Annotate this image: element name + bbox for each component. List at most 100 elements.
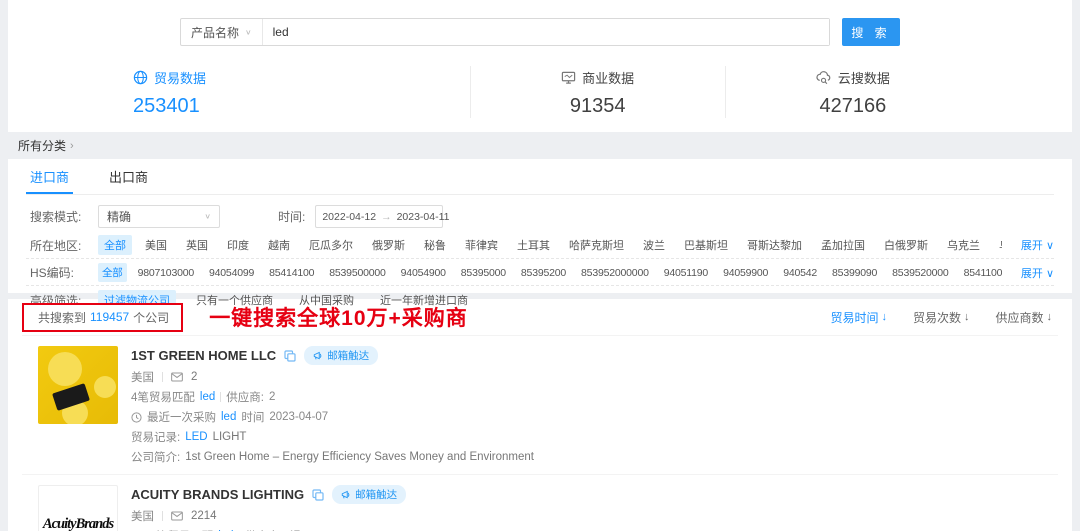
divider	[162, 372, 163, 382]
hs-code-chip[interactable]: 853952000000	[577, 265, 653, 281]
search-button[interactable]: 搜 索	[842, 18, 900, 46]
trade-record-text: LIGHT	[213, 431, 247, 443]
date-range-picker[interactable]: 2022-04-12 → 2023-04-11	[315, 205, 443, 228]
hs-code-chip[interactable]: 85395200	[517, 265, 570, 281]
company-profile-label: 公司简介:	[131, 449, 180, 465]
stat-value: 253401	[133, 95, 470, 118]
stat-label: 贸易数据	[154, 68, 206, 87]
hs-code-chip[interactable]: 9807103000	[134, 265, 198, 281]
hs-code-chip[interactable]: 94054900	[397, 265, 450, 281]
region-chip[interactable]: 乌兹别克斯坦	[993, 235, 1002, 255]
breadcrumb-label: 所有分类	[18, 137, 66, 154]
region-chip[interactable]: 全部	[98, 235, 132, 255]
filter-panel: 进口商 出口商 搜索模式: 精确 ∨ 时间: 2022-04-12 → 2023…	[8, 159, 1072, 293]
results-panel: 共搜索到 119457 个公司 一键搜索全球10万+采购商 贸易时间↓ 贸易次数↓…	[8, 299, 1072, 531]
hs-code-chip[interactable]: 94054099	[205, 265, 258, 281]
company-thumbnail[interactable]: AcuityBrands	[38, 485, 118, 531]
stat-trade-data[interactable]: 贸易数据 253401	[100, 66, 470, 118]
hs-code-chip[interactable]: 85414100	[265, 265, 318, 281]
sort-option[interactable]: 供应商数↓	[995, 309, 1052, 326]
copy-icon[interactable]	[312, 489, 324, 501]
email-reach-badge: 邮箱触达	[332, 485, 406, 504]
tab-importers[interactable]: 进口商	[30, 159, 69, 194]
hs-code-chip[interactable]: 8539500000	[325, 265, 389, 281]
badge-label: 邮箱触达	[327, 348, 369, 363]
tab-exporters[interactable]: 出口商	[109, 159, 148, 194]
region-chip[interactable]: 菲律宾	[459, 235, 504, 255]
search-input[interactable]	[263, 19, 829, 45]
trade-record-label: 贸易记录:	[131, 429, 180, 445]
company-name-link[interactable]: ACUITY BRANDS LIGHTING	[131, 487, 304, 502]
region-expand-link[interactable]: 展开 ∨	[1021, 237, 1054, 253]
region-chip[interactable]: 厄瓜多尔	[303, 235, 359, 255]
region-chip[interactable]: 印度	[221, 235, 255, 255]
supplier-count: 2	[269, 391, 275, 403]
date-arrow-icon: →	[381, 211, 392, 223]
supplier-label: 供应商:	[226, 389, 264, 405]
company-profile-text: 1st Green Home – Energy Efficiency Saves…	[185, 451, 534, 463]
date-to: 2023-04-11	[397, 211, 450, 223]
region-chip[interactable]: 乌克兰	[941, 235, 986, 255]
hs-code-chip[interactable]: 94059900	[719, 265, 772, 281]
region-chip[interactable]: 哥斯达黎加	[741, 235, 808, 255]
sort-arrow-icon: ↓	[1047, 311, 1053, 323]
region-chip[interactable]: 土耳其	[511, 235, 556, 255]
hs-code-filter-row: HS编码: 全部98071030009405409985414100853950…	[26, 259, 1054, 286]
globe-icon	[133, 70, 148, 85]
trade-record-keyword: LED	[185, 431, 207, 443]
region-filter-row: 所在地区: 全部美国英国印度越南厄瓜多尔俄罗斯秘鲁菲律宾土耳其哈萨克斯坦波兰巴基…	[26, 231, 1054, 259]
region-chip[interactable]: 波兰	[637, 235, 671, 255]
company-thumbnail[interactable]	[38, 346, 118, 424]
stat-cloud-search-data[interactable]: 云搜数据 427166	[725, 66, 980, 118]
region-chip[interactable]: 英国	[180, 235, 214, 255]
breadcrumb[interactable]: 所有分类 ›	[0, 132, 1080, 159]
stat-business-data[interactable]: 商业数据 91354	[470, 66, 725, 118]
search-mode-select[interactable]: 精确 ∨	[98, 205, 220, 228]
hs-code-chip[interactable]: 8539520000	[888, 265, 952, 281]
hs-expand-link[interactable]: 展开 ∨	[1021, 265, 1054, 281]
region-chip[interactable]: 越南	[262, 235, 296, 255]
hs-code-chip[interactable]: 94051190	[660, 265, 712, 281]
region-chip[interactable]: 哈萨克斯坦	[563, 235, 630, 255]
promo-annotation: 一键搜索全球10万+采购商	[209, 302, 468, 332]
hs-code-chip-list: 全部 9807103000 94054099 85414100 8539500000 94…	[98, 263, 1002, 282]
importer-exporter-tabs: 进口商 出口商	[26, 159, 1054, 195]
region-chip[interactable]: 秘鲁	[418, 235, 452, 255]
hs-code-chip[interactable]: 85395000	[457, 265, 510, 281]
clock-icon	[131, 412, 142, 423]
company-list-item: 1ST GREEN HOME LLC 邮箱触达 美国 2 4笔贸易匹配led 供…	[22, 335, 1058, 474]
count-prefix: 共搜索到	[38, 309, 86, 326]
sort-controls: 贸易时间↓ 贸易次数↓ 供应商数↓	[830, 309, 1052, 326]
copy-icon[interactable]	[284, 350, 296, 362]
region-chip[interactable]: 孟加拉国	[815, 235, 871, 255]
trade-match-count: 4笔贸易匹配	[131, 389, 195, 405]
results-count-highlight-box: 共搜索到 119457 个公司	[22, 303, 183, 332]
company-name-link[interactable]: 1ST GREEN HOME LLC	[131, 348, 276, 363]
stat-value: 427166	[726, 95, 980, 118]
region-chip[interactable]: 巴基斯坦	[678, 235, 734, 255]
stat-value: 91354	[471, 95, 725, 118]
hs-code-chip[interactable]: 85399090	[828, 265, 881, 281]
region-chip[interactable]: 白俄罗斯	[878, 235, 934, 255]
stat-label: 商业数据	[582, 68, 634, 87]
hs-code-chip[interactable]: 940542	[779, 265, 821, 281]
sort-option[interactable]: 贸易次数↓	[913, 309, 970, 326]
mail-icon	[171, 372, 183, 382]
region-chip-list: 全部美国英国印度越南厄瓜多尔俄罗斯秘鲁菲律宾土耳其哈萨克斯坦波兰巴基斯坦哥斯达黎…	[98, 235, 1002, 255]
hs-code-chip[interactable]: 85411000	[960, 265, 1002, 281]
megaphone-icon	[341, 490, 351, 500]
company-country: 美国	[131, 508, 154, 524]
search-box: 产品名称 ∨	[180, 18, 830, 46]
region-chip[interactable]: 美国	[139, 235, 173, 255]
sort-active[interactable]: 贸易时间↓	[830, 309, 887, 326]
search-category-dropdown[interactable]: 产品名称 ∨	[181, 19, 263, 45]
trade-match-keyword: led	[200, 391, 215, 403]
search-panel: 产品名称 ∨ 搜 索 贸易数据 253401 商业数据 91354	[8, 0, 1072, 132]
email-count: 2	[191, 371, 197, 383]
region-chip[interactable]: 俄罗斯	[366, 235, 411, 255]
hs-code-chip[interactable]: 全部	[98, 263, 127, 282]
company-list-item: AcuityBrands ACUITY BRANDS LIGHTING 邮箱触达…	[22, 474, 1058, 531]
last-purchase-keyword: led	[221, 411, 236, 423]
divider	[162, 511, 163, 521]
sort-arrow-icon: ↓	[964, 311, 970, 323]
